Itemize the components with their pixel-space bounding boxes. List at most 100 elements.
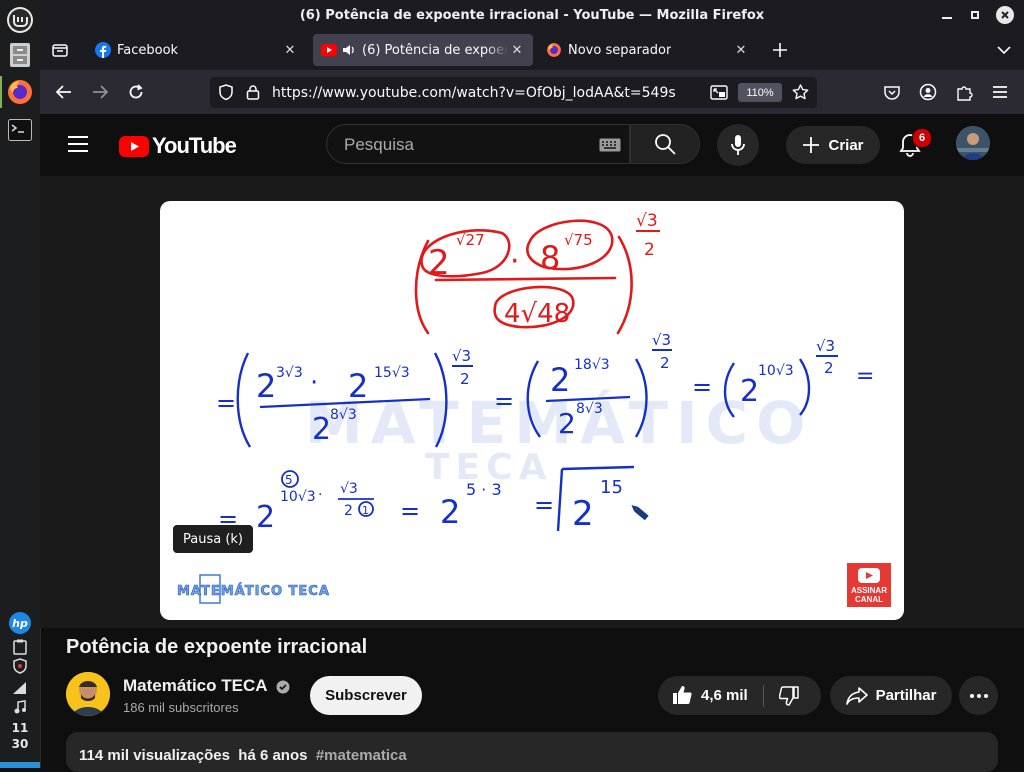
svg-text:·: ·	[310, 368, 318, 398]
mint-menu-icon[interactable]	[0, 4, 40, 36]
description-box[interactable]: 114 mil visualizações há 6 anos #matemat…	[66, 732, 998, 772]
share-button[interactable]: Partilhar	[830, 676, 952, 715]
account-icon[interactable]	[914, 78, 942, 106]
thumbs-down-icon	[779, 686, 799, 706]
tab-new-tab[interactable]: Novo separador ✕	[537, 34, 757, 66]
sound-icon[interactable]	[0, 699, 40, 715]
more-actions-button[interactable]	[959, 676, 998, 715]
minimize-button[interactable]	[937, 5, 957, 25]
search-input[interactable]: Pesquisa	[326, 124, 630, 164]
svg-text:8: 8	[540, 239, 560, 277]
svg-text:1: 1	[362, 504, 369, 517]
taskbar: hp 11 30	[0, 0, 41, 768]
svg-text:·: ·	[318, 487, 322, 503]
network-icon[interactable]	[0, 680, 40, 696]
channel-avatar[interactable]	[66, 672, 110, 716]
svg-text:2: 2	[256, 367, 276, 405]
video-player[interactable]: MATEMÁTICO TECA 2 √27 · 8 √75 4√48 √3 2 …	[160, 201, 904, 620]
svg-text:8√3: 8√3	[330, 407, 357, 423]
subscriber-count: 186 mil subscritores	[123, 700, 239, 715]
svg-text:2: 2	[348, 367, 368, 405]
share-arrow-icon	[845, 686, 868, 705]
svg-text:=: =	[494, 387, 514, 415]
hamburger-menu-icon[interactable]	[986, 78, 1014, 106]
channel-name-row[interactable]: Matemático TECA	[123, 676, 290, 696]
svg-text:√3: √3	[340, 481, 358, 497]
svg-text:2: 2	[824, 359, 834, 377]
dislike-button[interactable]	[768, 676, 818, 715]
close-window-button[interactable]	[995, 5, 1015, 25]
plus-icon	[803, 137, 820, 153]
tab-youtube[interactable]: (6) Potência de expoente irracional - Yo…	[313, 34, 533, 66]
reload-button[interactable]	[122, 78, 150, 106]
tab-facebook[interactable]: Facebook ✕	[86, 34, 306, 66]
youtube-logo[interactable]: YouTube	[119, 133, 237, 159]
tab-label: (6) Potência de expoente irracional - Yo…	[362, 42, 508, 58]
svg-text:√3: √3	[652, 331, 671, 349]
tab-strip: Facebook ✕ (6) Potência de expoente irra…	[40, 30, 1024, 70]
guide-menu-icon[interactable]	[67, 135, 89, 153]
svg-text:=: =	[216, 389, 236, 417]
extensions-icon[interactable]	[950, 78, 978, 106]
forward-button[interactable]	[86, 78, 114, 106]
share-label: Partilhar	[875, 687, 937, 704]
shield-icon[interactable]	[0, 657, 40, 675]
pocket-icon[interactable]	[878, 78, 906, 106]
svg-text:2: 2	[344, 503, 353, 519]
voice-search-button[interactable]	[717, 124, 759, 166]
new-tab-button[interactable]	[766, 36, 794, 64]
tab-list-chevron-down-icon[interactable]	[990, 36, 1018, 64]
clock-minute[interactable]: 30	[0, 737, 40, 752]
tracking-shield-icon[interactable]	[218, 84, 234, 101]
picture-in-picture-icon[interactable]	[710, 85, 728, 100]
youtube-header: YouTube Pesquisa Criar 6	[40, 114, 1024, 176]
thumbs-up-icon	[672, 685, 692, 705]
youtube-favicon-icon	[321, 44, 337, 56]
youtube-logo-icon	[119, 135, 149, 157]
svg-text:2: 2	[558, 407, 576, 440]
back-button[interactable]	[50, 78, 78, 106]
terminal-icon[interactable]	[0, 116, 40, 144]
clock-hour[interactable]: 11	[0, 721, 40, 736]
svg-text:2: 2	[740, 374, 759, 409]
svg-text:=: =	[692, 373, 712, 401]
file-cabinet-icon[interactable]	[0, 40, 40, 70]
search-icon	[655, 134, 676, 155]
search-button[interactable]	[630, 124, 700, 164]
svg-text:√3: √3	[636, 211, 658, 231]
svg-text:2: 2	[460, 370, 470, 388]
hp-icon[interactable]: hp	[0, 610, 40, 636]
firefox-icon[interactable]	[0, 76, 40, 108]
watermark-text: MATEMÁTICO TECA	[177, 584, 330, 600]
lock-icon[interactable]	[246, 84, 260, 100]
more-horizontal-icon	[969, 693, 988, 698]
url-text: https://www.youtube.com/watch?v=OfObj_lo…	[272, 85, 676, 101]
svg-text:2: 2	[428, 243, 450, 283]
svg-text:√3: √3	[452, 347, 471, 365]
maximize-button[interactable]	[965, 5, 985, 25]
bookmark-star-icon[interactable]	[792, 84, 809, 100]
svg-text:2: 2	[312, 412, 331, 447]
create-button[interactable]: Criar	[786, 126, 880, 164]
zoom-level-badge[interactable]: 110%	[738, 83, 782, 102]
svg-text:2: 2	[550, 361, 570, 399]
close-tab-icon[interactable]: ✕	[509, 42, 525, 58]
channel-name[interactable]: Matemático TECA	[123, 676, 267, 695]
hashtag-link[interactable]: #matematica	[316, 747, 407, 764]
keyboard-icon[interactable]	[599, 138, 621, 152]
firefox-view-button[interactable]	[46, 36, 74, 64]
speaker-icon[interactable]	[342, 44, 356, 56]
close-tab-icon[interactable]: ✕	[282, 42, 298, 58]
like-button[interactable]: 4,6 mil	[658, 676, 762, 715]
user-avatar[interactable]	[956, 126, 990, 160]
youtube-logo-text: YouTube	[152, 133, 237, 158]
show-desktop-strip[interactable]	[0, 762, 40, 768]
url-bar[interactable]: https://www.youtube.com/watch?v=OfObj_lo…	[210, 77, 817, 108]
video-title: Potência de expoente irracional	[66, 636, 368, 658]
svg-text:5: 5	[285, 473, 293, 487]
close-tab-icon[interactable]: ✕	[733, 42, 749, 58]
subscribe-badge-line2: CANAL	[855, 595, 883, 604]
clipboard-icon[interactable]	[0, 638, 40, 656]
svg-text:10√3: 10√3	[280, 489, 316, 505]
subscribe-button[interactable]: Subscrever	[310, 676, 422, 715]
